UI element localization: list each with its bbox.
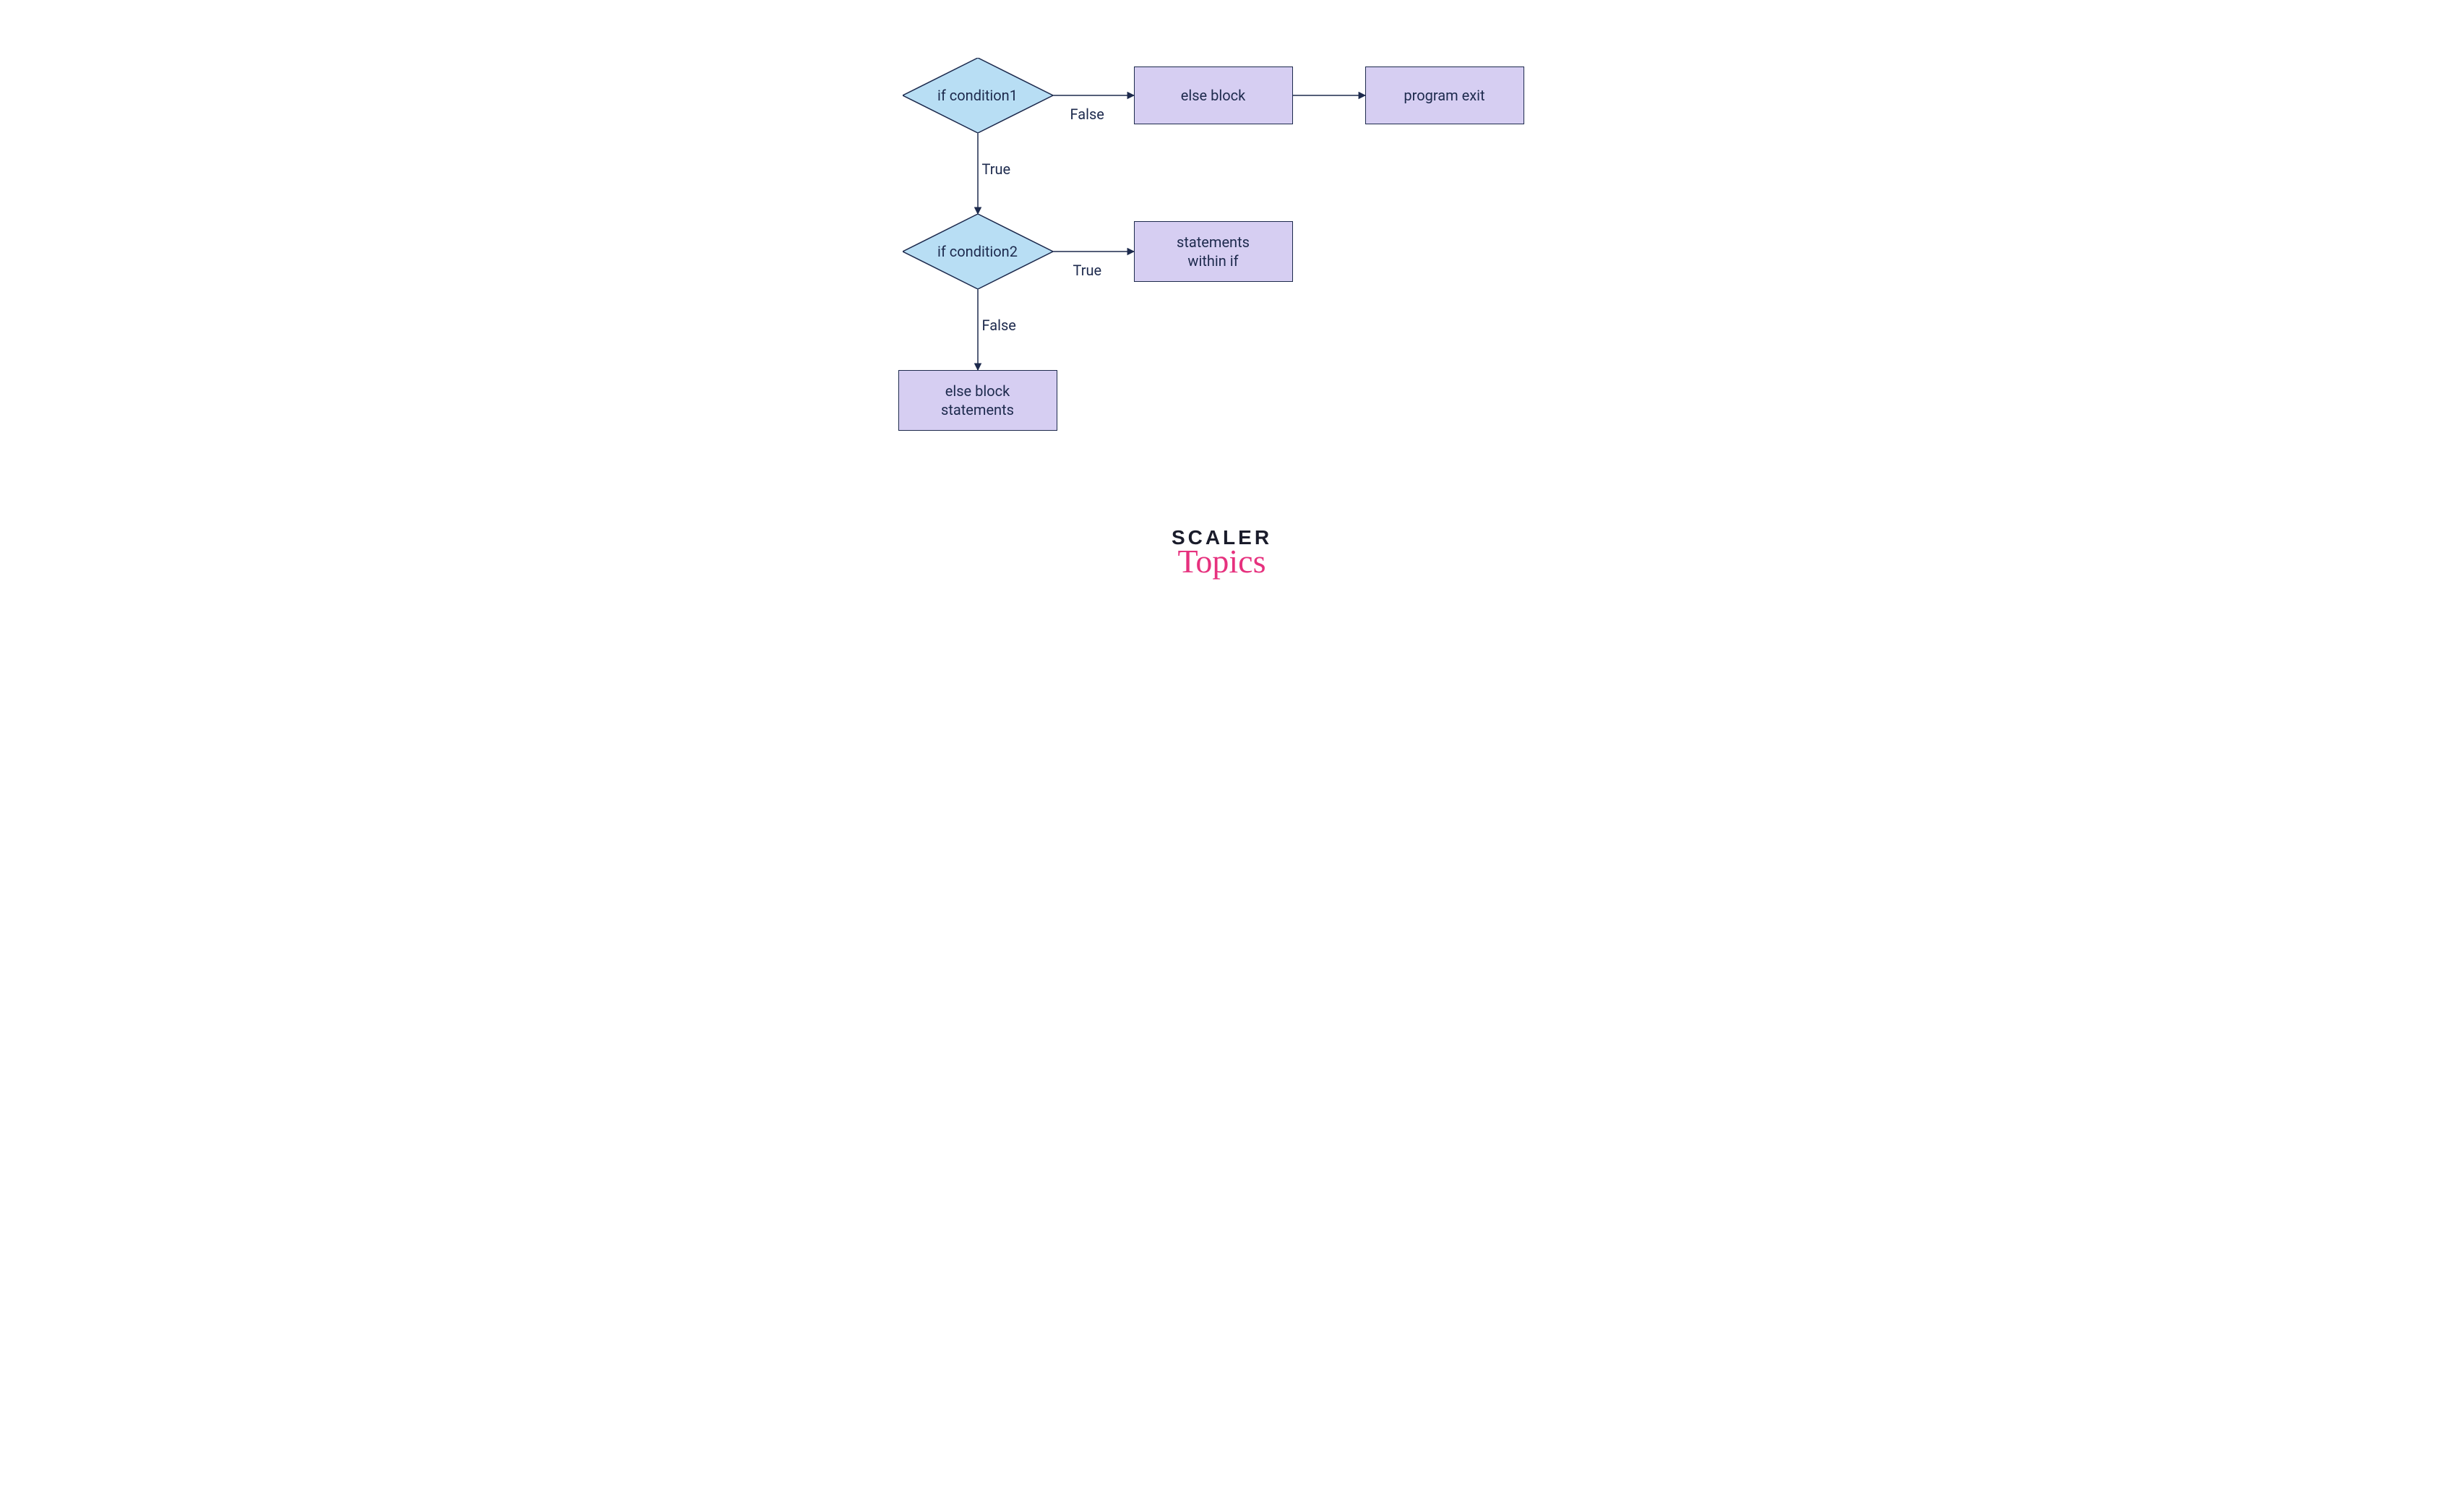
process-else-block-label: else block [1181,86,1245,105]
process-else-block: else block [1134,66,1293,124]
edge-label-cond1-true: True [982,160,1011,178]
logo-line2: Topics [1157,545,1287,578]
decision-condition2: if condition2 [903,214,1053,289]
edge-label-cond2-true: True [1073,262,1102,279]
process-statements-within-if-label: statements within if [1177,233,1250,270]
process-program-exit: program exit [1365,66,1524,124]
scaler-topics-logo: SCALER Topics [1157,528,1287,578]
process-statements-within-if: statements within if [1134,221,1293,282]
process-else-block-statements-label: else block statements [941,382,1014,419]
process-program-exit-label: program exit [1404,86,1484,105]
decision-condition1: if condition1 [903,58,1053,133]
process-else-block-statements: else block statements [898,370,1057,431]
edge-label-cond2-false: False [982,317,1016,334]
edge-label-cond1-false: False [1070,106,1104,123]
flowchart-canvas: if condition1 else block program exit if… [695,0,1764,658]
